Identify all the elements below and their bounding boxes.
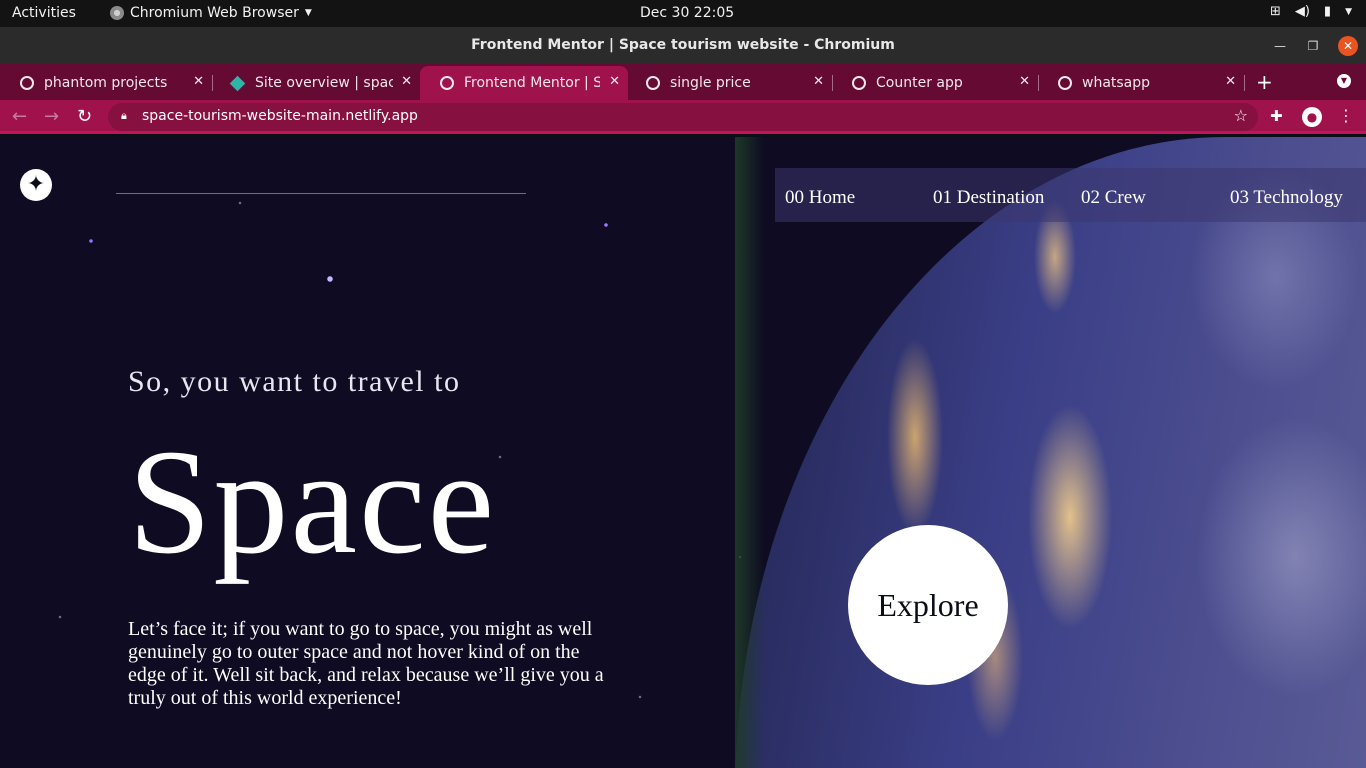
back-icon[interactable]: ← xyxy=(12,106,27,127)
lock-icon[interactable]: 🔒︎ xyxy=(121,109,127,123)
tab-single-price[interactable]: single price ✕ xyxy=(626,66,833,100)
netlify-diamond-icon xyxy=(229,75,246,91)
hero-title: Space xyxy=(128,419,497,585)
app-menu[interactable]: Chromium Web Browser ▼ xyxy=(110,5,312,21)
window-title-bar: Frontend Mentor | Space tourism website … xyxy=(0,27,1366,64)
close-tab-icon[interactable]: ✕ xyxy=(193,74,204,89)
tab-separator xyxy=(1244,75,1245,91)
tab-title: phantom projects xyxy=(44,75,168,91)
hero-subtitle: So, you want to travel to xyxy=(128,365,461,398)
hero-description: Let’s face it; if you want to go to spac… xyxy=(128,618,604,709)
minimize-icon[interactable]: — xyxy=(1270,36,1290,56)
system-top-bar: Activities Chromium Web Browser ▼ Dec 30… xyxy=(0,0,1366,27)
chevron-down-icon: ▼ xyxy=(304,8,312,18)
nav-link-home[interactable]: 00 Home xyxy=(785,187,855,209)
globe-icon xyxy=(440,76,454,90)
url-text[interactable]: space-tourism-website-main.netlify.app xyxy=(142,108,418,124)
maximize-icon[interactable]: ❐ xyxy=(1303,36,1323,56)
toolbar-divider xyxy=(0,131,1366,134)
tab-title: Counter app xyxy=(876,75,963,91)
atmosphere-glow xyxy=(735,137,765,768)
network-icon: ⊞ xyxy=(1269,4,1281,19)
globe-icon xyxy=(1058,76,1072,90)
volume-icon: ◀) xyxy=(1294,4,1310,19)
close-tab-icon[interactable]: ✕ xyxy=(813,74,824,89)
nav-divider-line xyxy=(116,193,526,194)
forward-icon[interactable]: → xyxy=(44,106,59,127)
explore-button[interactable]: Explore xyxy=(848,525,1008,685)
close-window-icon[interactable]: ✕ xyxy=(1338,36,1358,56)
close-tab-icon[interactable]: ✕ xyxy=(1019,74,1030,89)
nav-link-technology[interactable]: 03 Technology xyxy=(1230,187,1343,209)
earth-background-image xyxy=(735,137,1366,768)
nav-link-crew[interactable]: 02 Crew xyxy=(1081,187,1146,209)
globe-icon xyxy=(646,76,660,90)
globe-icon xyxy=(852,76,866,90)
browser-toolbar: ← → ↻ 🔒︎ space-tourism-website-main.netl… xyxy=(0,100,1366,134)
battery-icon: ▮ xyxy=(1323,4,1332,19)
bookmark-star-icon[interactable]: ☆ xyxy=(1234,106,1248,125)
tab-phantom-projects[interactable]: phantom projects ✕ xyxy=(0,66,213,100)
system-tray[interactable]: ⊞ ◀) ▮ ▼ xyxy=(1270,4,1352,19)
app-menu-label: Chromium Web Browser xyxy=(130,5,299,21)
tab-search-icon[interactable]: ▼ xyxy=(1337,74,1351,88)
activities-button[interactable]: Activities xyxy=(12,5,76,21)
chevron-down-icon: ▼ xyxy=(1345,6,1352,17)
menu-kebab-icon[interactable]: ⋮ xyxy=(1338,106,1354,125)
tab-title: Site overview | space- xyxy=(255,75,393,91)
tab-strip: phantom projects ✕ Site overview | space… xyxy=(0,64,1366,100)
tab-counter-app[interactable]: Counter app ✕ xyxy=(832,66,1039,100)
reload-icon[interactable]: ↻ xyxy=(77,106,92,127)
clock[interactable]: Dec 30 22:05 xyxy=(640,5,734,21)
tab-title: single price xyxy=(670,75,751,91)
tab-title: whatsapp xyxy=(1082,75,1151,91)
close-tab-icon[interactable]: ✕ xyxy=(609,74,620,89)
window-title: Frontend Mentor | Space tourism website … xyxy=(471,37,895,53)
address-bar[interactable]: 🔒︎ space-tourism-website-main.netlify.ap… xyxy=(108,103,1258,131)
tab-title: Frontend Mentor | Sp xyxy=(464,75,600,91)
globe-icon xyxy=(20,76,34,90)
tab-site-overview[interactable]: Site overview | space- ✕ xyxy=(212,66,420,100)
extensions-icon[interactable]: ✚ xyxy=(1270,107,1283,125)
tab-frontend-mentor[interactable]: Frontend Mentor | Sp ✕ xyxy=(420,66,628,100)
new-tab-icon[interactable]: + xyxy=(1256,70,1273,94)
site-logo-star-icon[interactable]: ✦ xyxy=(20,169,52,201)
nav-link-destination[interactable]: 01 Destination xyxy=(933,187,1044,209)
tab-whatsapp[interactable]: whatsapp ✕ xyxy=(1038,66,1245,100)
close-tab-icon[interactable]: ✕ xyxy=(401,74,412,89)
profile-avatar[interactable]: ● xyxy=(1302,107,1322,127)
site-navigation: 00 Home 01 Destination 02 Crew 03 Techno… xyxy=(775,168,1366,222)
web-page: ✦ 00 Home 01 Destination 02 Crew 03 Tech… xyxy=(0,137,1366,768)
chromium-icon xyxy=(110,6,124,20)
close-tab-icon[interactable]: ✕ xyxy=(1225,74,1236,89)
